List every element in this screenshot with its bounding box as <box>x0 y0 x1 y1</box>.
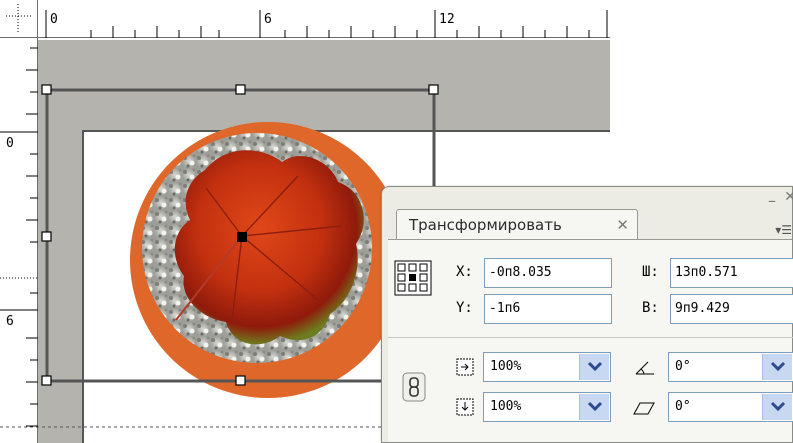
handle-top-center <box>235 84 246 95</box>
constrain-proportions-icon[interactable] <box>402 372 426 402</box>
w-label: Ш: <box>642 264 659 280</box>
chevron-down-icon[interactable] <box>762 394 792 420</box>
height-field[interactable]: 9п9.429 <box>670 294 793 324</box>
tab-transform[interactable]: Трансформировать ✕ <box>396 209 638 239</box>
y-label: Y: <box>456 300 473 316</box>
rotate-angle-icon <box>635 361 654 375</box>
rotate-dropdown[interactable]: 0° <box>668 352 793 382</box>
rotate-value: 0° <box>675 359 691 374</box>
scale-x-icon <box>456 358 474 376</box>
handle-middle-left <box>41 231 52 242</box>
scale-y-dropdown[interactable]: 100% <box>483 392 611 422</box>
chevron-down-icon[interactable] <box>579 354 609 380</box>
panel-close-icon[interactable]: ✕ <box>784 189 793 205</box>
shear-value: 0° <box>675 399 691 414</box>
handle-bottom-center <box>235 375 246 386</box>
handle-top-left <box>41 84 52 95</box>
tab-close-icon[interactable]: ✕ <box>616 216 629 234</box>
scale-y-icon <box>456 398 474 416</box>
panel-body: X: -0п8.035 Ш: 13п0.571 Y: -1п6 В: 9п9.4… <box>388 239 793 442</box>
x-label: X: <box>456 264 473 280</box>
panel-menu-icon[interactable]: ▾☰ <box>775 223 792 237</box>
scale-y-value: 100% <box>490 399 522 414</box>
divider <box>388 337 793 338</box>
reference-point-handle <box>237 232 247 242</box>
minimize-icon[interactable]: – <box>768 191 776 210</box>
transform-panel[interactable]: – ✕ Трансформировать ✕ ▾☰ X: -0п8.035 Ш:… <box>381 186 793 443</box>
h-label: В: <box>642 300 659 316</box>
chevron-down-icon[interactable] <box>579 394 609 420</box>
handle-top-right <box>428 84 439 95</box>
shear-angle-icon <box>633 402 655 415</box>
scale-x-dropdown[interactable]: 100% <box>483 352 611 382</box>
scale-x-value: 100% <box>490 359 522 374</box>
reference-point-grid-icon[interactable] <box>394 260 432 296</box>
shear-dropdown[interactable]: 0° <box>668 392 793 422</box>
chevron-down-icon[interactable] <box>762 354 792 380</box>
handle-bottom-left <box>41 375 52 386</box>
tab-title: Трансформировать <box>409 216 562 234</box>
width-field[interactable]: 13п0.571 <box>670 258 793 288</box>
y-position-field[interactable]: -1п6 <box>484 294 612 324</box>
x-position-field[interactable]: -0п8.035 <box>484 258 612 288</box>
